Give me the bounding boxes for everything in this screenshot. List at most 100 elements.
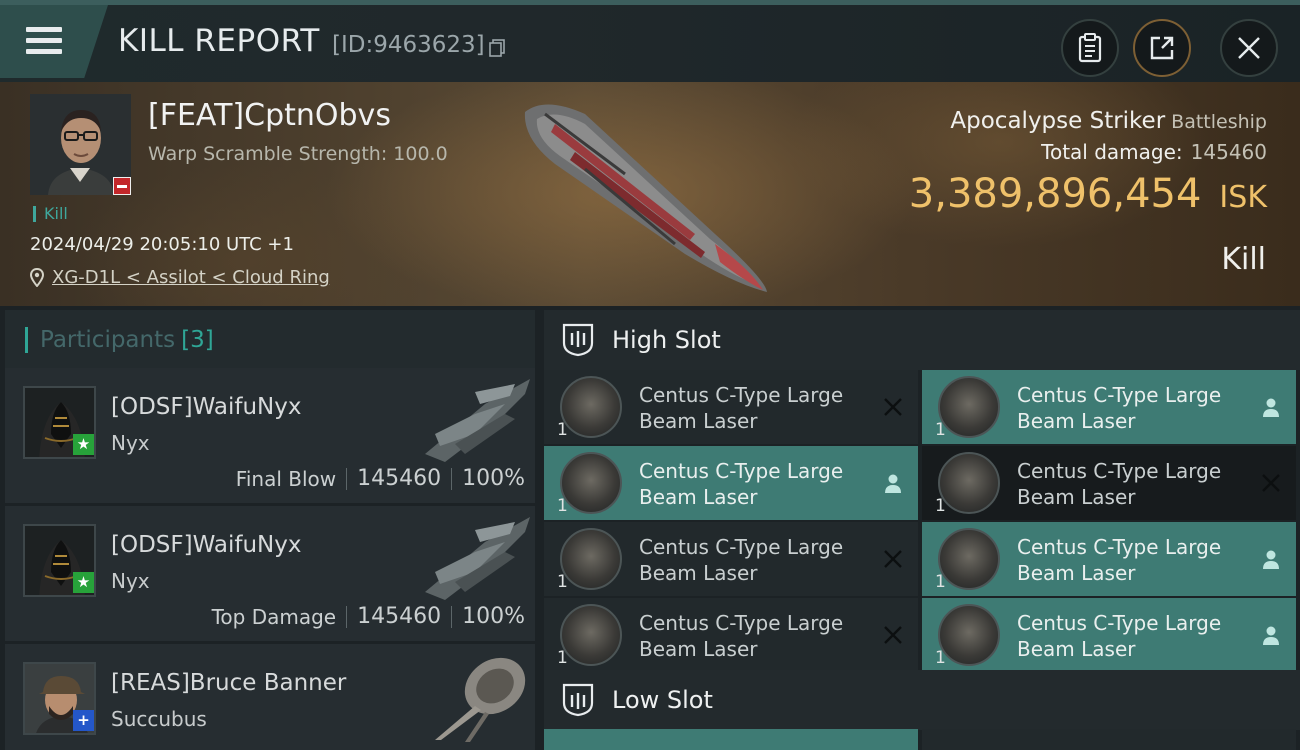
module-card[interactable]: 1 Centus C-Type Large Beam Laser xyxy=(544,446,918,520)
beam-laser-icon xyxy=(560,604,622,666)
module-quantity: 1 xyxy=(557,496,568,516)
beam-laser-icon xyxy=(560,528,622,590)
module-card[interactable]: 1 Centus C-Type Large Beam Laser xyxy=(544,370,918,444)
close-icon xyxy=(1238,37,1260,59)
person-icon xyxy=(1263,626,1279,645)
divider xyxy=(451,467,453,490)
participant-card[interactable]: ★ [ODSF]WaifuNyx Nyx Final Blow 145460 1… xyxy=(5,368,535,503)
divider xyxy=(346,605,348,628)
kill-type: Kill xyxy=(1221,242,1266,277)
participant-name[interactable]: [ODSF]WaifuNyx xyxy=(111,532,301,558)
page-title: KILL REPORT xyxy=(118,23,320,59)
copy-icon[interactable] xyxy=(489,39,505,57)
location-link[interactable]: XG-D1L < Assilot < Cloud Ring xyxy=(30,267,330,288)
module-name-line1: Centus C-Type Large xyxy=(1017,459,1222,483)
module-card[interactable]: 1 Centus C-Type Large Beam Laser xyxy=(922,522,1296,596)
location-text: XG-D1L < Assilot < Cloud Ring xyxy=(52,267,330,288)
high-slot-title: High Slot xyxy=(612,326,721,354)
module-card[interactable]: 1 Centus C-Type Large Beam Laser xyxy=(922,446,1296,520)
participant-percent: 100% xyxy=(462,466,525,491)
total-damage-value: 145460 xyxy=(1190,140,1267,164)
clipboard-button[interactable] xyxy=(1061,19,1119,77)
module-card[interactable]: 1 Centus C-Type Large Beam Laser xyxy=(922,598,1296,672)
participants-panel: Participants [3] ★ [ODSF]WaifuNyx Nyx Fin… xyxy=(0,306,540,750)
menu-button[interactable] xyxy=(0,5,108,78)
low-slot-title: Low Slot xyxy=(612,686,713,714)
close-button[interactable] xyxy=(1220,19,1278,77)
participant-name[interactable]: [ODSF]WaifuNyx xyxy=(111,394,301,420)
module-name-line1: Centus C-Type Large xyxy=(1017,611,1222,635)
module-name-line1: Centus C-Type Large xyxy=(639,611,844,635)
kill-tag: Kill xyxy=(33,206,68,222)
alliance-badge: + xyxy=(73,710,94,731)
participant-role: Top Damage xyxy=(211,604,337,629)
x-icon xyxy=(884,398,902,416)
share-button[interactable] xyxy=(1133,19,1191,77)
module-quantity: 1 xyxy=(935,420,946,440)
module-name: Centus C-Type Large Beam Laser xyxy=(1017,458,1247,510)
header-accent xyxy=(25,327,28,353)
participant-role: Final Blow xyxy=(235,466,337,491)
participants-count: [3] xyxy=(181,327,214,353)
module-name: Centus C-Type Large Beam Laser xyxy=(639,382,869,434)
isk-value: 3,389,896,454 xyxy=(908,171,1202,217)
participant-card[interactable]: ★ [ODSF]WaifuNyx Nyx Top Damage 145460 1… xyxy=(5,506,535,641)
total-damage-label: Total damage: xyxy=(1041,140,1183,164)
report-id: [ID:9463623] xyxy=(332,32,485,58)
module-name: Centus C-Type Large Beam Laser xyxy=(639,610,869,662)
participant-percent: 100% xyxy=(462,604,525,629)
module-quantity: 1 xyxy=(935,496,946,516)
fitting-panel: High Slot 1 Centus C-Type Large Beam Laser… xyxy=(540,306,1300,750)
ship-image[interactable] xyxy=(515,94,775,294)
ship-name[interactable]: Apocalypse Striker xyxy=(950,108,1165,134)
module-name-line2: Beam Laser xyxy=(1017,637,1136,661)
module-name-line2: Beam Laser xyxy=(639,409,758,433)
module-name: Centus C-Type Large Beam Laser xyxy=(1017,382,1247,434)
module-name-line2: Beam Laser xyxy=(1017,409,1136,433)
module-name-line1: Centus C-Type Large xyxy=(639,459,844,483)
low-slot-module-partial[interactable] xyxy=(544,729,918,750)
loss-badge xyxy=(113,177,131,195)
beam-laser-icon xyxy=(938,604,1000,666)
high-slot-header: High Slot xyxy=(544,310,1300,370)
participants-header: Participants [3] xyxy=(5,310,535,369)
participants-title-text: Participants xyxy=(40,327,176,353)
person-icon xyxy=(1263,398,1279,417)
beam-laser-icon xyxy=(938,452,1000,514)
participant-stats: Final Blow 145460 100% xyxy=(236,466,525,491)
participants-title: Participants [3] xyxy=(40,327,214,353)
module-name-line1: Centus C-Type Large xyxy=(639,383,844,407)
participant-name[interactable]: [REAS]Bruce Banner xyxy=(111,670,346,696)
ship-thumbnail xyxy=(435,657,526,742)
ship-thumbnail xyxy=(425,517,530,600)
hamburger-icon-line xyxy=(26,38,62,43)
module-name-line1: Centus C-Type Large xyxy=(639,535,844,559)
module-quantity: 1 xyxy=(935,572,946,592)
isk-unit: ISK xyxy=(1219,180,1267,215)
module-card[interactable]: 1 Centus C-Type Large Beam Laser xyxy=(922,370,1296,444)
ship-thumbnail xyxy=(425,379,530,462)
module-name: Centus C-Type Large Beam Laser xyxy=(1017,610,1247,662)
person-icon xyxy=(1263,550,1279,569)
x-icon xyxy=(884,626,902,644)
participant-ship: Nyx xyxy=(111,569,150,593)
timestamp: 2024/04/29 20:05:10 UTC +1 xyxy=(30,234,294,255)
participant-damage: 145460 xyxy=(357,466,442,491)
victim-name[interactable]: [FEAT]CptnObvs xyxy=(148,98,391,133)
clipboard-icon xyxy=(1078,33,1102,63)
person-icon xyxy=(885,474,901,493)
beam-laser-icon xyxy=(560,452,622,514)
alliance-badge: ★ xyxy=(73,572,94,593)
low-slot-module-partial[interactable] xyxy=(922,729,1296,750)
module-name-line2: Beam Laser xyxy=(639,485,758,509)
module-quantity: 1 xyxy=(557,648,568,668)
x-icon xyxy=(1262,474,1280,492)
slot-icon xyxy=(562,683,594,717)
module-quantity: 1 xyxy=(557,572,568,592)
beam-laser-icon xyxy=(938,528,1000,590)
participant-stats: Top Damage 145460 100% xyxy=(212,604,525,629)
module-card[interactable]: 1 Centus C-Type Large Beam Laser xyxy=(544,598,918,672)
participant-card[interactable]: + [REAS]Bruce Banner Succubus xyxy=(5,644,535,750)
share-icon xyxy=(1150,36,1174,60)
module-card[interactable]: 1 Centus C-Type Large Beam Laser xyxy=(544,522,918,596)
